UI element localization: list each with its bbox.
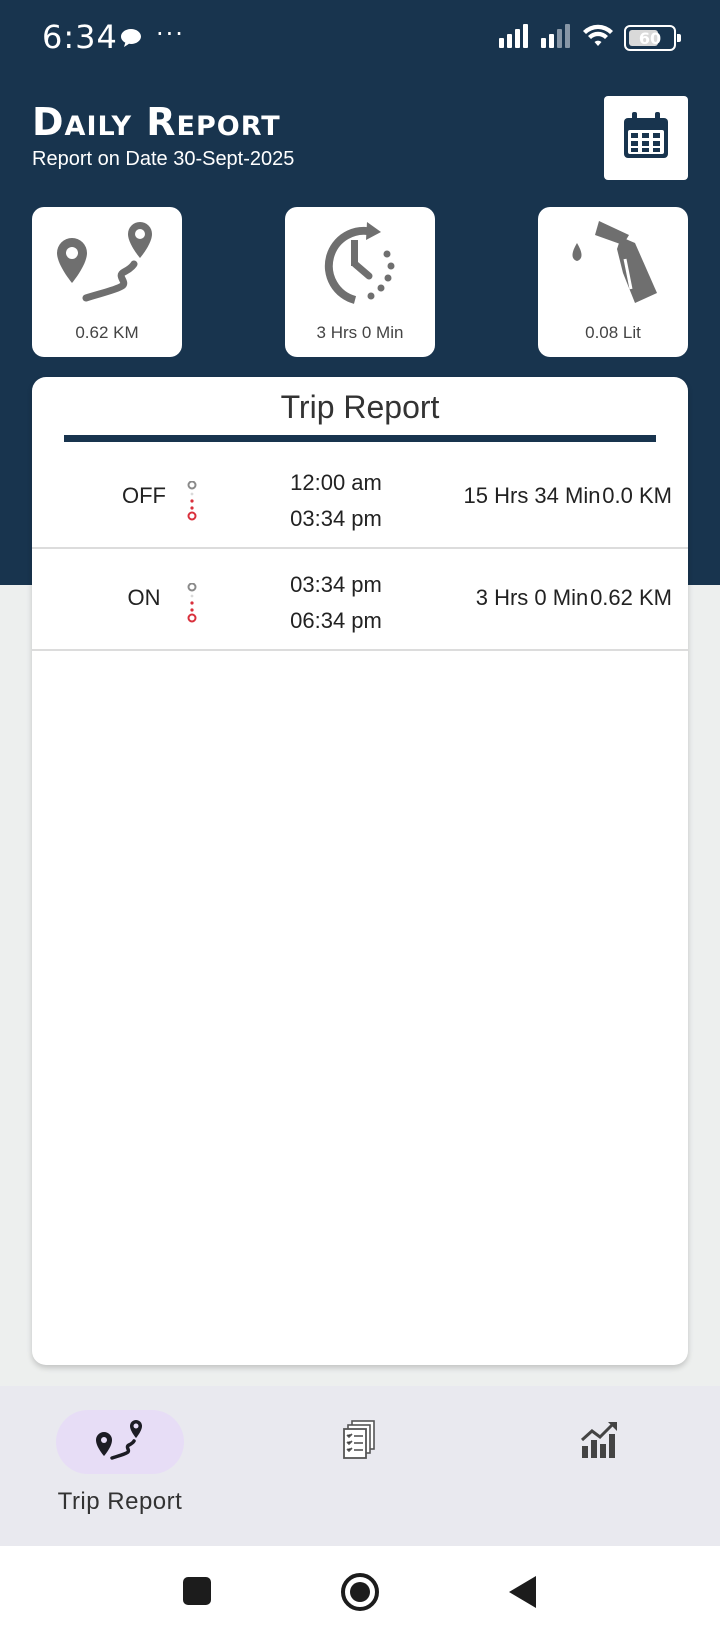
battery-icon: 60: [624, 25, 681, 51]
trip-status: OFF: [122, 483, 166, 508]
clock-icon: [315, 213, 405, 313]
fuel-card: 0.08 Lit: [538, 207, 688, 357]
divider: [64, 435, 656, 442]
nav-item-trip-report[interactable]: Trip Report: [56, 1386, 184, 1546]
trip-end-time: 03:34 pm: [290, 506, 382, 531]
fuel-value: 0.08 Lit: [585, 323, 641, 342]
page-title: Daily Report: [32, 100, 281, 144]
signal-icon: [498, 24, 530, 52]
duration-card: 3 Hrs 0 Min: [285, 207, 435, 357]
page-subtitle: Report on Date 30-Sept-2025: [32, 148, 295, 170]
recent-apps-button[interactable]: [182, 1576, 212, 1610]
status-bar: 6:34 ··· 60: [0, 0, 720, 80]
trip-start-time: 03:34 pm: [290, 572, 382, 597]
calendar-button[interactable]: [604, 96, 688, 180]
distance-card: 0.62 KM: [32, 207, 182, 357]
duration-value: 3 Hrs 0 Min: [316, 323, 404, 342]
trip-times: 12:00 am 03:34 pm: [256, 465, 416, 537]
table-row[interactable]: ON 03:34 pm 06:34 pm 3 Hrs 0 Min 0.62 KM: [32, 549, 688, 651]
trip-report-title: Trip Report: [280, 389, 440, 425]
back-button[interactable]: [506, 1574, 538, 1614]
trip-times: 03:34 pm 06:34 pm: [256, 567, 416, 639]
wifi-icon: [582, 24, 614, 52]
trip-track-icon: [185, 480, 199, 521]
home-button[interactable]: [340, 1572, 380, 1616]
nav-label-trip-report: Trip Report: [57, 1488, 183, 1515]
nav-active-indicator: [56, 1410, 184, 1474]
distance-value: 0.62 KM: [75, 323, 139, 342]
status-time: 6:34: [42, 18, 118, 56]
system-navigation-bar: [0, 1546, 720, 1640]
chat-bubble-icon: [120, 28, 142, 52]
trip-start-time: 12:00 am: [290, 470, 382, 495]
trip-distance: 0.62 KM: [590, 585, 672, 610]
table-row[interactable]: OFF 12:00 am 03:34 pm 15 Hrs 34 Min 0.0 …: [32, 447, 688, 549]
chart-growth-icon: [580, 1420, 620, 1464]
calendar-icon: [620, 110, 672, 166]
trip-status: ON: [127, 585, 161, 610]
route-icon: [52, 213, 162, 313]
nav-item-documents[interactable]: [296, 1386, 424, 1546]
trip-distance: 0.0 KM: [602, 483, 672, 508]
trip-end-time: 06:34 pm: [290, 608, 382, 633]
status-more-dots: ···: [156, 20, 185, 48]
documents-icon: [343, 1420, 377, 1464]
trip-report-card: Trip Report OFF 12:00 am 03:34 pm 15 Hrs…: [32, 377, 688, 1365]
nav-item-analytics[interactable]: [536, 1386, 664, 1546]
fuel-nozzle-icon: [563, 213, 663, 313]
trip-track-icon: [185, 582, 199, 623]
route-icon: [94, 1418, 146, 1466]
bottom-navigation: Trip Report: [0, 1386, 720, 1546]
signal-weak-icon: [540, 24, 572, 52]
